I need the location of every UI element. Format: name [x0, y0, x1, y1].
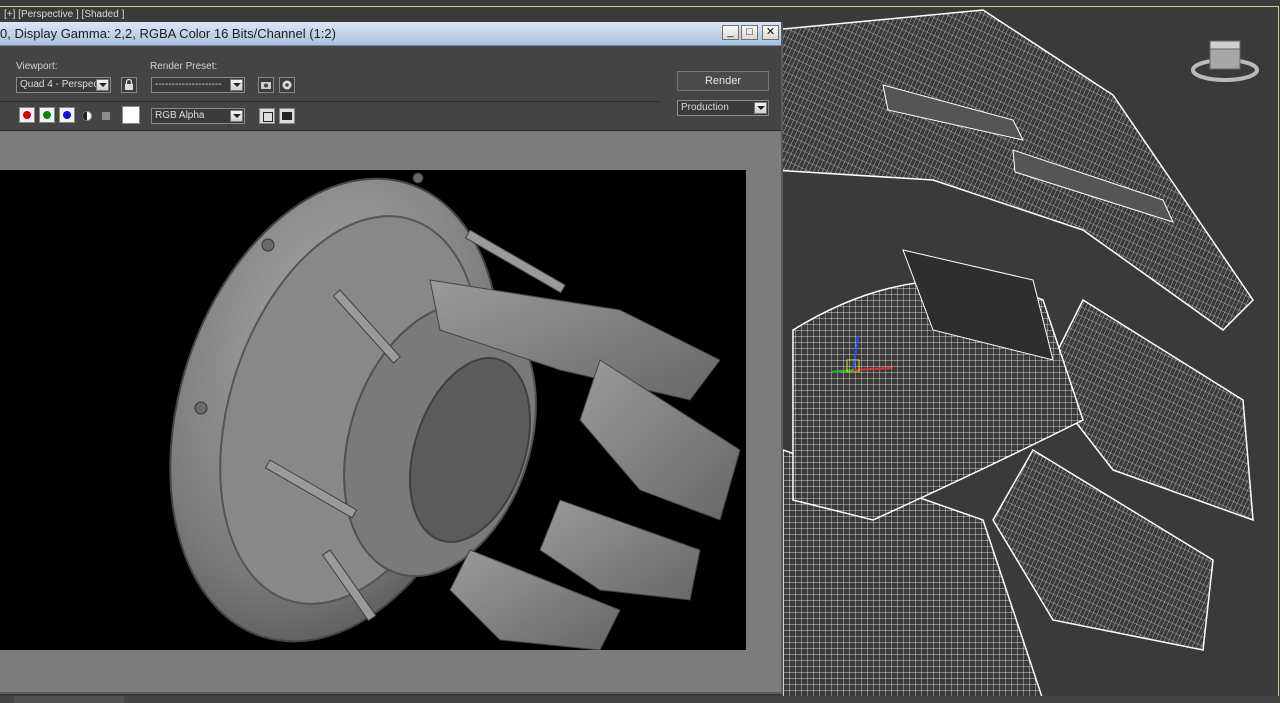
viewport-dropdown[interactable]: Quad 4 - Perspec: [16, 77, 111, 93]
lock-icon[interactable]: [121, 77, 137, 93]
toolbar-divider: [0, 101, 660, 102]
clear-icon[interactable]: [279, 108, 295, 124]
window-title: 0, Display Gamma: 2,2, RGBA Color 16 Bit…: [0, 26, 336, 41]
chevron-down-icon: [230, 110, 243, 122]
rendered-model-image: [169, 172, 741, 650]
render-mode-value: Production: [681, 102, 729, 113]
close-button[interactable]: ✕: [762, 25, 779, 40]
render-mode-dropdown[interactable]: Production: [677, 100, 769, 116]
red-channel-icon[interactable]: [19, 107, 35, 123]
alpha-icon[interactable]: [80, 109, 94, 123]
render-image-area[interactable]: [0, 132, 781, 692]
chevron-down-icon: [96, 79, 109, 91]
chevron-down-icon: [754, 102, 767, 114]
render-button[interactable]: Render: [677, 71, 769, 91]
render-setup-icon[interactable]: [279, 77, 295, 93]
viewport-label[interactable]: [+] [Perspective ] [Shaded ]: [4, 9, 124, 20]
viewport-dropdown-value: Quad 4 - Perspec: [20, 79, 99, 90]
minimize-button[interactable]: _: [722, 25, 739, 40]
maximize-button[interactable]: □: [741, 25, 758, 40]
wireframe-model[interactable]: [783, 0, 1280, 703]
render-toolbar: Viewport: Quad 4 - Perspec Render Preset…: [0, 46, 781, 131]
render-preset-value: --------------------: [155, 79, 222, 90]
save-preset-icon[interactable]: [258, 77, 274, 93]
window-titlebar[interactable]: 0, Display Gamma: 2,2, RGBA Color 16 Bit…: [0, 22, 781, 46]
clone-window-icon[interactable]: [259, 108, 275, 124]
green-channel-icon[interactable]: [39, 107, 55, 123]
channel-display-dropdown[interactable]: RGB Alpha: [151, 108, 245, 124]
viewcube-icon[interactable]: [1190, 36, 1260, 86]
viewport-field-label: Viewport:: [16, 61, 58, 72]
color-swatch-icon[interactable]: [122, 106, 140, 124]
channel-display-value: RGB Alpha: [155, 110, 205, 121]
rendered-frame-window[interactable]: 0, Display Gamma: 2,2, RGBA Color 16 Bit…: [0, 22, 783, 694]
time-slider[interactable]: [14, 696, 124, 703]
chevron-down-icon: [230, 79, 243, 91]
render-preset-dropdown[interactable]: --------------------: [151, 77, 245, 93]
render-preset-label: Render Preset:: [150, 61, 218, 72]
blue-channel-icon[interactable]: [59, 107, 75, 123]
monochrome-icon[interactable]: [102, 112, 110, 120]
rendered-image[interactable]: [0, 170, 746, 650]
status-bar: [0, 696, 1280, 703]
